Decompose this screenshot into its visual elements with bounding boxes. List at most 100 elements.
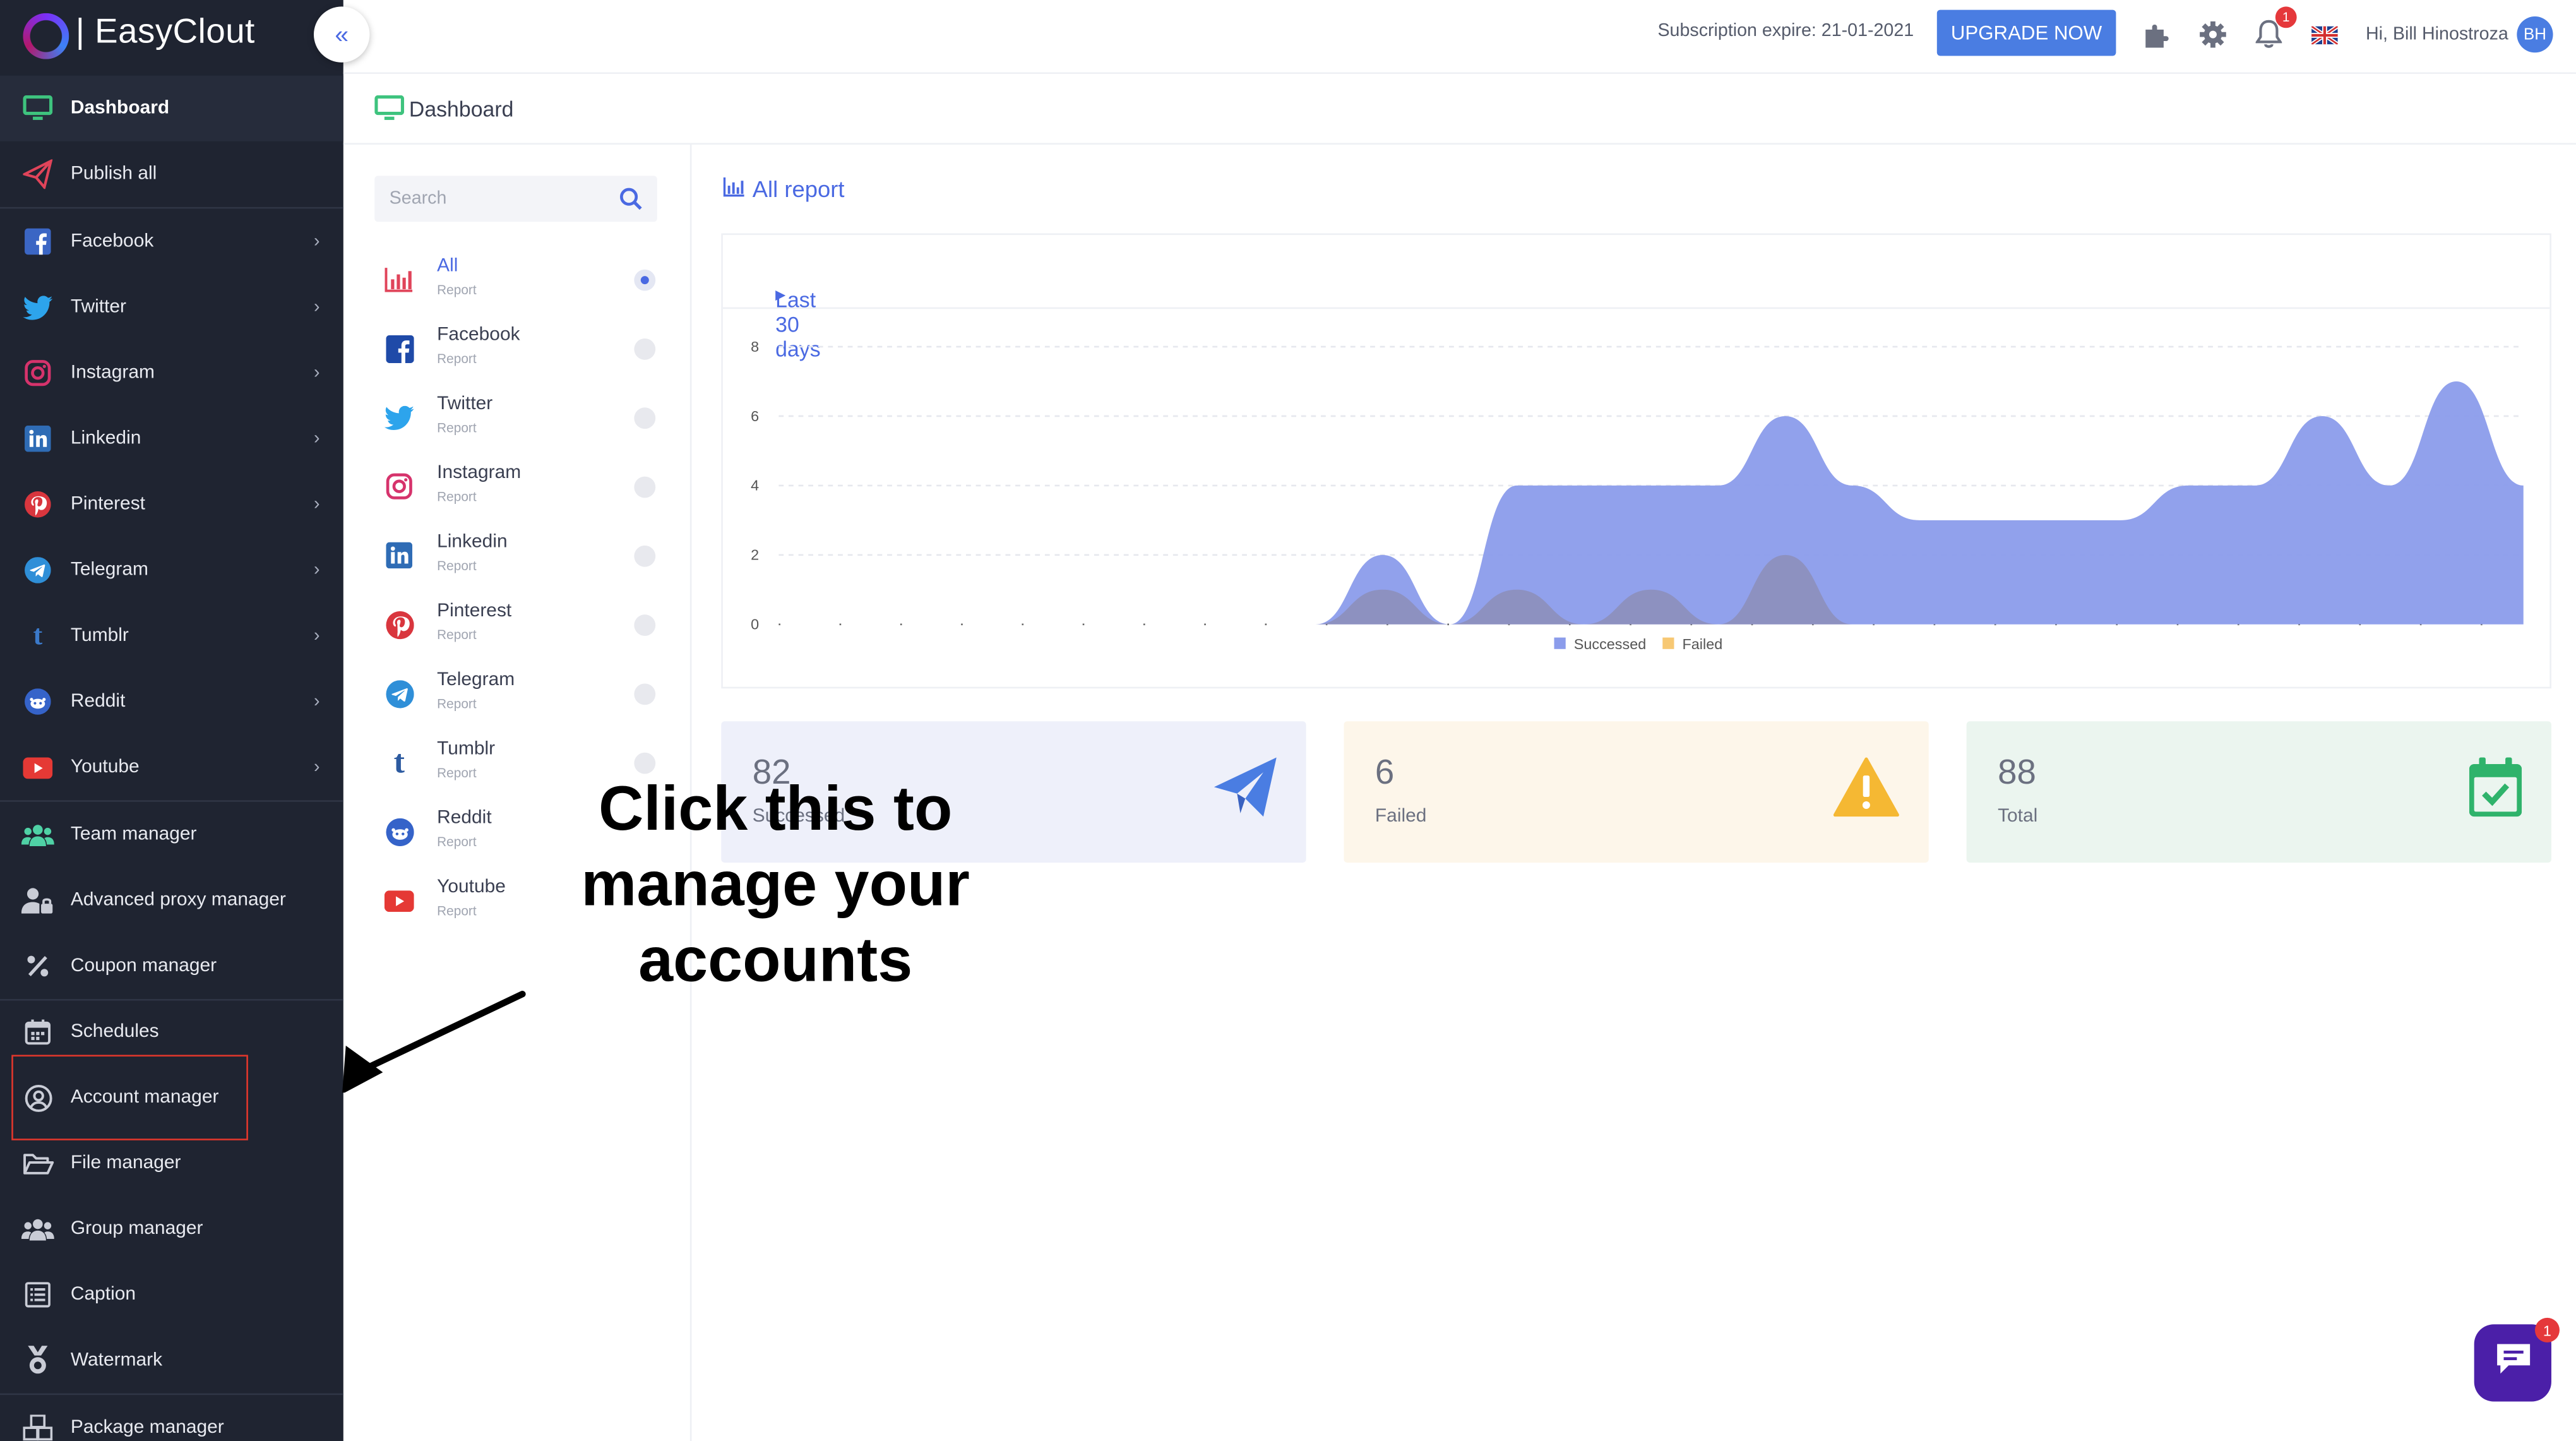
- sidebar-item-label: Tumblr: [70, 626, 129, 646]
- telegram-icon: [21, 554, 54, 587]
- radio-button[interactable]: [634, 407, 656, 429]
- sidebar-item-tumblr[interactable]: t Tumblr ›: [0, 603, 343, 669]
- callout-line: accounts: [638, 926, 913, 996]
- report-item-linkedin[interactable]: Linkedin Report: [374, 521, 662, 590]
- report-sub: Report: [437, 351, 477, 367]
- sidebar-item-account-manager[interactable]: Account manager: [0, 1065, 343, 1130]
- sidebar-item-linkedin[interactable]: Linkedin ›: [0, 406, 343, 472]
- report-item-pinterest[interactable]: Pinterest Report: [374, 590, 662, 659]
- sidebar-item-group-manager[interactable]: Group manager: [0, 1196, 343, 1262]
- sidebar-item-package-manager[interactable]: Package manager: [0, 1395, 343, 1441]
- topbar: Subscription expire: 21-01-2021 UPGRADE …: [343, 0, 2576, 75]
- sidebar-item-file-manager[interactable]: File manager: [0, 1130, 343, 1196]
- sidebar-item-reddit[interactable]: Reddit ›: [0, 669, 343, 734]
- pointer-arrow-icon: [342, 991, 526, 1093]
- gear-icon[interactable]: [2195, 16, 2231, 52]
- stat-label: Total: [1998, 806, 2038, 827]
- reddit-icon: [21, 685, 54, 718]
- radio-button[interactable]: [634, 269, 656, 291]
- brand-logo-icon: [23, 13, 69, 59]
- report-sub: Report: [437, 904, 477, 919]
- search-box: [374, 176, 657, 222]
- report-item-all[interactable]: All Report: [374, 245, 662, 314]
- sidebar-item-instagram[interactable]: Instagram ›: [0, 340, 343, 406]
- sidebar-item-youtube[interactable]: Youtube ›: [0, 734, 343, 800]
- chat-button[interactable]: 1: [2474, 1317, 2560, 1402]
- uk-flag-icon[interactable]: [2306, 16, 2342, 52]
- users-group-icon: [21, 1212, 54, 1245]
- chevron-right-icon: ›: [313, 560, 320, 580]
- radio-button[interactable]: [634, 476, 656, 498]
- sidebar-item-facebook[interactable]: Facebook ›: [0, 208, 343, 274]
- sidebar-item-label: Twitter: [70, 297, 127, 318]
- report-item-instagram[interactable]: Instagram Report: [374, 452, 662, 521]
- twitter-icon: [21, 291, 54, 324]
- chevron-right-icon: ›: [313, 494, 320, 515]
- report-name: Reddit: [437, 808, 492, 828]
- sidebar-item-schedules[interactable]: Schedules: [0, 999, 343, 1065]
- sidebar-item-coupon-manager[interactable]: Coupon manager: [0, 933, 343, 999]
- stat-label: Failed: [1374, 806, 1427, 827]
- report-item-facebook[interactable]: Facebook Report: [374, 314, 662, 383]
- app-root: | EasyClout Dashboard Publish all Facebo…: [0, 0, 2576, 1441]
- legend-swatch: [1662, 637, 1674, 649]
- report-item-twitter[interactable]: Twitter Report: [374, 383, 662, 451]
- sidebar-item-caption[interactable]: Caption: [0, 1262, 343, 1327]
- sidebar-item-dashboard[interactable]: Dashboard: [0, 75, 343, 141]
- user-lock-icon: [21, 884, 54, 917]
- bar-chart-icon: [381, 261, 417, 297]
- subscription-expiry: Subscription expire: 21-01-2021: [1657, 21, 1914, 42]
- folder-open-icon: [21, 1147, 54, 1180]
- sidebar-collapse-button[interactable]: «: [313, 6, 370, 63]
- tumblr-icon: t: [33, 619, 43, 651]
- sidebar-item-label: Watermark: [70, 1350, 163, 1371]
- report-sub: Report: [437, 627, 477, 643]
- sidebar-item-pinterest[interactable]: Pinterest ›: [0, 472, 343, 537]
- instruction-callout: Click this to manage your accounts: [546, 772, 1006, 999]
- search-input[interactable]: [374, 176, 621, 222]
- monitor-icon: [374, 95, 405, 130]
- section-title: All report: [723, 176, 845, 202]
- chevron-right-icon: ›: [313, 691, 320, 712]
- bell-icon[interactable]: 1: [2251, 6, 2297, 52]
- calendar-icon: [21, 1015, 54, 1048]
- instagram-icon: [21, 357, 54, 390]
- bar-chart-icon: [723, 176, 744, 202]
- brand[interactable]: | EasyClout: [0, 0, 343, 75]
- stat-value: 88: [1998, 754, 2036, 792]
- calendar-check-icon: [2469, 757, 2522, 825]
- radio-button[interactable]: [634, 614, 656, 636]
- sidebar-item-twitter[interactable]: Twitter ›: [0, 275, 343, 340]
- puzzle-icon[interactable]: [2139, 16, 2175, 52]
- upgrade-button[interactable]: UPGRADE NOW: [1936, 9, 2116, 56]
- sidebar-item-watermark[interactable]: Watermark: [0, 1327, 343, 1393]
- pinterest-icon: [21, 488, 54, 521]
- sidebar-item-label: Pinterest: [70, 494, 145, 515]
- sidebar-item-label: Facebook: [70, 231, 154, 252]
- radio-button[interactable]: [634, 338, 656, 360]
- sidebar-item-publish-all[interactable]: Publish all: [0, 141, 343, 207]
- sidebar-item-label: Advanced proxy manager: [70, 890, 286, 911]
- youtube-icon: [381, 882, 417, 918]
- linkedin-icon: [381, 537, 417, 573]
- chevron-right-icon: ›: [313, 297, 320, 318]
- page-title: Dashboard: [408, 97, 514, 122]
- stat-card-total: 88 Total: [1966, 721, 2551, 863]
- sidebar-item-label: Group manager: [70, 1219, 203, 1239]
- radio-button[interactable]: [634, 545, 656, 567]
- twitter-icon: [381, 399, 417, 435]
- sidebar-item-advanced-proxy-manager[interactable]: Advanced proxy manager: [0, 868, 343, 933]
- avatar[interactable]: BH: [2517, 16, 2553, 53]
- paper-plane-icon: [21, 158, 54, 191]
- chevron-right-icon: ›: [313, 429, 320, 449]
- sidebar-item-team-manager[interactable]: Team manager: [0, 802, 343, 868]
- radio-button[interactable]: [634, 752, 656, 774]
- radio-button[interactable]: [634, 683, 656, 705]
- sidebar-item-telegram[interactable]: Telegram ›: [0, 537, 343, 603]
- linkedin-icon: [21, 422, 54, 455]
- report-item-telegram[interactable]: Telegram Report: [374, 659, 662, 727]
- chevron-right-icon: ›: [313, 363, 320, 383]
- search-icon[interactable]: [619, 188, 642, 218]
- report-name: Linkedin: [437, 532, 508, 553]
- list-icon: [21, 1278, 54, 1311]
